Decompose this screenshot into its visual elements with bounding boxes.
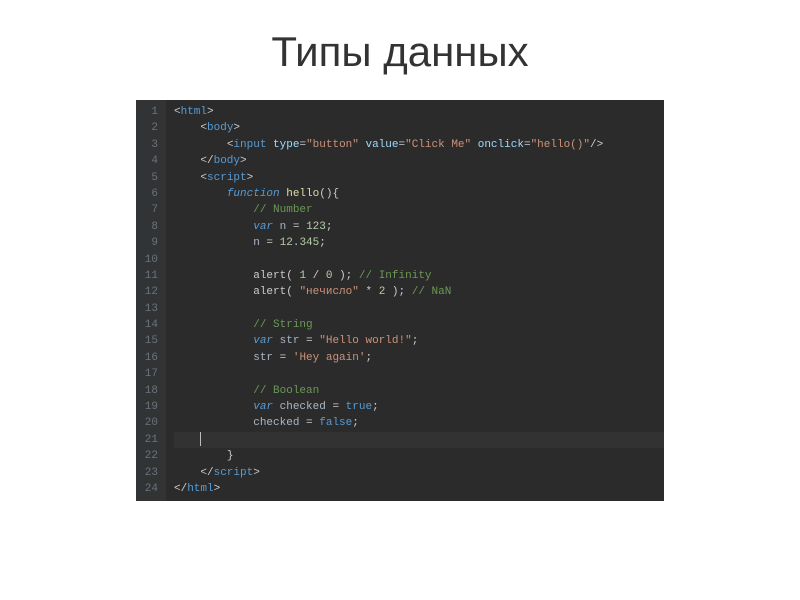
code-line: alert( "нечисло" * 2 ); // NaN bbox=[174, 284, 664, 300]
line-number: 1 bbox=[142, 104, 158, 120]
code-line bbox=[174, 301, 664, 317]
code-line: var n = 123; bbox=[174, 219, 664, 235]
code-line: <html> bbox=[174, 104, 664, 120]
code-line: var str = "Hello world!"; bbox=[174, 333, 664, 349]
line-number: 15 bbox=[142, 333, 158, 349]
code-line: function hello(){ bbox=[174, 186, 664, 202]
code-line: var checked = true; bbox=[174, 399, 664, 415]
line-number: 20 bbox=[142, 415, 158, 431]
line-number: 5 bbox=[142, 170, 158, 186]
line-number: 24 bbox=[142, 481, 158, 497]
code-line: // Boolean bbox=[174, 383, 664, 399]
code-line bbox=[174, 432, 664, 448]
code-line: </body> bbox=[174, 153, 664, 169]
line-number-gutter: 123456789101112131415161718192021222324 bbox=[136, 100, 166, 501]
line-number: 17 bbox=[142, 366, 158, 382]
line-number: 23 bbox=[142, 465, 158, 481]
line-number: 8 bbox=[142, 219, 158, 235]
line-number: 6 bbox=[142, 186, 158, 202]
slide-title: Типы данных bbox=[0, 0, 800, 100]
code-line: // String bbox=[174, 317, 664, 333]
code-line: </html> bbox=[174, 481, 664, 497]
line-number: 18 bbox=[142, 383, 158, 399]
code-line bbox=[174, 366, 664, 382]
code-area: <html> <body> <input type="button" value… bbox=[166, 100, 664, 501]
code-line: <body> bbox=[174, 120, 664, 136]
line-number: 21 bbox=[142, 432, 158, 448]
code-line: </script> bbox=[174, 465, 664, 481]
line-number: 4 bbox=[142, 153, 158, 169]
code-line: <input type="button" value="Click Me" on… bbox=[174, 137, 664, 153]
code-line: alert( 1 / 0 ); // Infinity bbox=[174, 268, 664, 284]
line-number: 22 bbox=[142, 448, 158, 464]
code-editor: 123456789101112131415161718192021222324 … bbox=[136, 100, 664, 501]
line-number: 16 bbox=[142, 350, 158, 366]
line-number: 19 bbox=[142, 399, 158, 415]
line-number: 10 bbox=[142, 252, 158, 268]
code-line: // Number bbox=[174, 202, 664, 218]
line-number: 9 bbox=[142, 235, 158, 251]
line-number: 14 bbox=[142, 317, 158, 333]
line-number: 7 bbox=[142, 202, 158, 218]
code-line bbox=[174, 252, 664, 268]
code-line: checked = false; bbox=[174, 415, 664, 431]
code-line: <script> bbox=[174, 170, 664, 186]
line-number: 12 bbox=[142, 284, 158, 300]
line-number: 2 bbox=[142, 120, 158, 136]
line-number: 13 bbox=[142, 301, 158, 317]
line-number: 3 bbox=[142, 137, 158, 153]
code-line: n = 12.345; bbox=[174, 235, 664, 251]
code-line: } bbox=[174, 448, 664, 464]
code-line: str = 'Hey again'; bbox=[174, 350, 664, 366]
line-number: 11 bbox=[142, 268, 158, 284]
text-cursor bbox=[200, 432, 201, 446]
